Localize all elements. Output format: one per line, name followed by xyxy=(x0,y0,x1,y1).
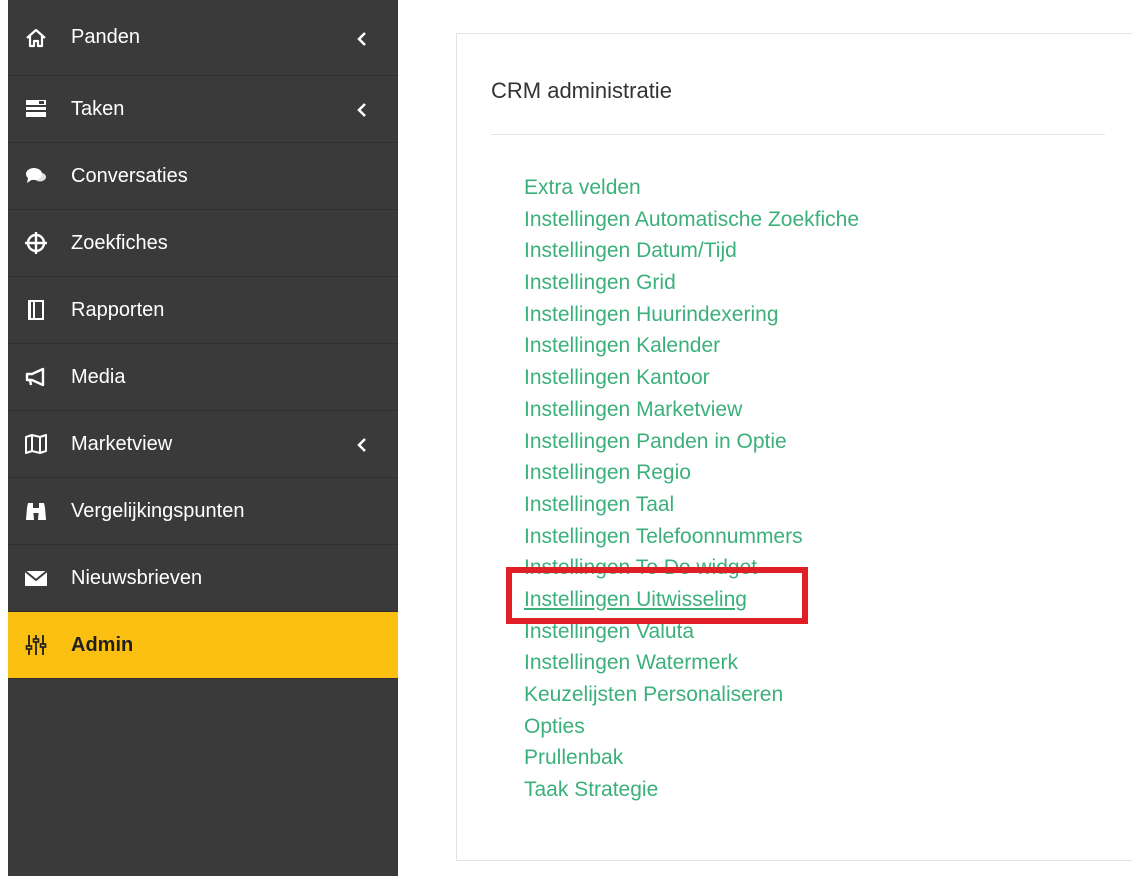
link-instellingen-panden-in-optie[interactable]: Instellingen Panden in Optie xyxy=(524,426,859,458)
link-instellingen-telefoonnummers[interactable]: Instellingen Telefoonnummers xyxy=(524,521,859,553)
link-instellingen-watermerk[interactable]: Instellingen Watermerk xyxy=(524,647,859,679)
sidebar-item-label: Conversaties xyxy=(71,164,188,187)
crosshair-icon xyxy=(24,231,48,255)
sidebar-item-vergelijkingspunten[interactable]: Vergelijkingspunten xyxy=(8,478,398,545)
envelope-icon xyxy=(24,566,48,590)
link-instellingen-kalender[interactable]: Instellingen Kalender xyxy=(524,330,859,362)
crm-admin-panel: CRM administratie Extra velden Instellin… xyxy=(456,33,1132,861)
link-instellingen-huurindexering[interactable]: Instellingen Huurindexering xyxy=(524,299,859,331)
chevron-left-icon xyxy=(356,30,368,46)
link-prullenbak[interactable]: Prullenbak xyxy=(524,742,859,774)
sidebar-item-marketview[interactable]: Marketview xyxy=(8,411,398,478)
sidebar-item-admin[interactable]: Admin xyxy=(8,612,398,679)
chevron-left-icon xyxy=(356,101,368,117)
link-taak-strategie[interactable]: Taak Strategie xyxy=(524,774,859,806)
link-instellingen-marketview[interactable]: Instellingen Marketview xyxy=(524,394,859,426)
sliders-icon xyxy=(24,633,48,657)
sidebar-item-label: Vergelijkingspunten xyxy=(71,499,245,522)
sidebar-item-label: Rapporten xyxy=(71,298,165,321)
sidebar-item-label: Nieuwsbrieven xyxy=(71,566,203,589)
tasks-icon xyxy=(24,97,48,121)
map-icon xyxy=(24,432,48,456)
book-icon xyxy=(24,298,48,322)
highlight-annotation-box xyxy=(506,567,808,624)
link-instellingen-datum-tijd[interactable]: Instellingen Datum/Tijd xyxy=(524,235,859,267)
comments-icon xyxy=(24,164,48,188)
sidebar-item-label: Taken xyxy=(71,97,125,120)
sidebar-item-taken[interactable]: Taken xyxy=(8,76,398,143)
sidebar-item-panden[interactable]: Panden xyxy=(8,0,398,76)
link-opties[interactable]: Opties xyxy=(524,711,859,743)
sidebar: Panden Taken Conversaties Zoekfiches Rap… xyxy=(8,0,398,876)
sidebar-item-media[interactable]: Media xyxy=(8,344,398,411)
divider xyxy=(491,134,1105,135)
binoculars-icon xyxy=(24,499,48,523)
sidebar-item-conversaties[interactable]: Conversaties xyxy=(8,143,398,210)
sidebar-item-rapporten[interactable]: Rapporten xyxy=(8,277,398,344)
home-icon xyxy=(24,26,48,50)
sidebar-item-nieuwsbrieven[interactable]: Nieuwsbrieven xyxy=(8,545,398,612)
admin-link-list: Extra velden Instellingen Automatische Z… xyxy=(524,172,859,806)
sidebar-item-label: Marketview xyxy=(71,432,173,455)
link-instellingen-automatische-zoekfiche[interactable]: Instellingen Automatische Zoekfiche xyxy=(524,204,859,236)
sidebar-item-label: Media xyxy=(71,365,126,388)
panel-title: CRM administratie xyxy=(491,78,672,103)
link-instellingen-regio[interactable]: Instellingen Regio xyxy=(524,457,859,489)
sidebar-item-label: Admin xyxy=(71,633,134,656)
sidebar-item-label: Zoekfiches xyxy=(71,231,168,254)
sidebar-item-label: Panden xyxy=(71,26,140,48)
megaphone-icon xyxy=(24,365,48,389)
link-instellingen-grid[interactable]: Instellingen Grid xyxy=(524,267,859,299)
link-instellingen-kantoor[interactable]: Instellingen Kantoor xyxy=(524,362,859,394)
link-keuzelijsten-personaliseren[interactable]: Keuzelijsten Personaliseren xyxy=(524,679,859,711)
link-extra-velden[interactable]: Extra velden xyxy=(524,172,859,204)
link-instellingen-taal[interactable]: Instellingen Taal xyxy=(524,489,859,521)
sidebar-item-zoekfiches[interactable]: Zoekfiches xyxy=(8,210,398,277)
chevron-left-icon xyxy=(356,436,368,452)
